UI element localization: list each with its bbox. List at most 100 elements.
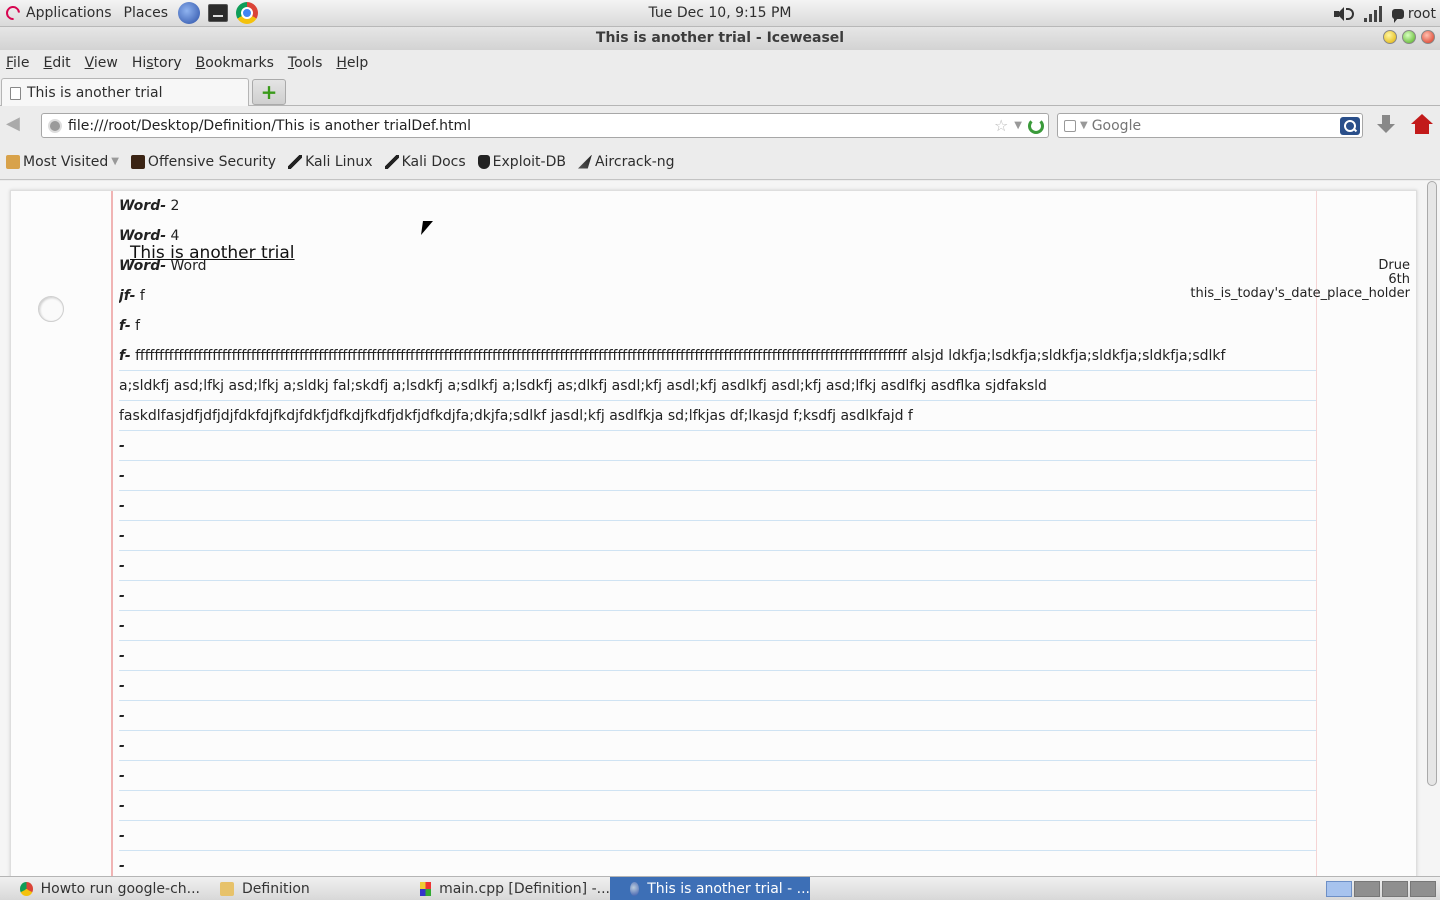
chrome-launcher-icon[interactable]	[236, 2, 259, 24]
menu-file[interactable]: File	[0, 55, 36, 71]
search-icon[interactable]	[1340, 116, 1360, 135]
kali-dragon-icon	[384, 154, 399, 169]
workspace-1[interactable]	[1326, 881, 1352, 897]
user-name: root	[1407, 5, 1436, 22]
bookmark-offensive-security[interactable]: Offensive Security	[130, 154, 276, 170]
iceweasel-launcher-icon[interactable]	[178, 2, 201, 24]
margin-line	[111, 191, 113, 876]
definition-text: 4	[170, 228, 180, 244]
scroll-thumb[interactable]	[1427, 181, 1437, 786]
window-titlebar[interactable]: This is another trial - Iceweasel	[0, 27, 1440, 50]
meta-line: 6th	[1388, 272, 1410, 287]
reload-icon[interactable]	[1028, 117, 1044, 134]
aircrack-icon	[577, 154, 592, 169]
bookmark-label: Most Visited	[23, 153, 109, 170]
url-text[interactable]: file:///root/Desktop/Definition/This is …	[68, 118, 994, 134]
definition-row: -	[119, 431, 1316, 461]
definition-text: f	[139, 288, 145, 304]
access-key: T	[287, 55, 295, 71]
taskbar-item[interactable]: main.cpp [Definition] -...	[400, 877, 610, 900]
taskbar-item[interactable]: This is another trial - ...	[610, 876, 810, 900]
volume-icon[interactable]	[1332, 6, 1354, 22]
workspace-switcher	[1326, 881, 1436, 897]
bookmark-star-icon[interactable]: ☆	[994, 116, 1008, 135]
menu-edit[interactable]: Edit	[36, 55, 77, 71]
back-button[interactable]: ◀	[6, 115, 30, 135]
meta-line: this_is_today's_date_place_holder	[1190, 286, 1410, 301]
places-label: Places	[123, 5, 169, 21]
maximize-button[interactable]	[1402, 30, 1416, 44]
definition-term: -	[119, 798, 125, 814]
home-icon[interactable]	[1411, 114, 1433, 136]
definition-term: -	[119, 558, 125, 574]
definition-term: -	[119, 678, 125, 694]
page-content: Word- 2 Word- 4 Word- Word jf- f f- f f- ffff…	[0, 181, 1440, 876]
taskbar-item-label: main.cpp [Definition] -...	[439, 880, 610, 897]
definition-term: -	[119, 858, 125, 874]
bookmark-label: Aircrack-ng	[594, 153, 675, 170]
chrome-icon	[20, 881, 33, 896]
bookmark-kali-linux[interactable]: Kali Linux	[288, 154, 373, 170]
definition-term: -	[119, 528, 125, 544]
definition-row: -	[119, 581, 1316, 611]
definition-text: f	[135, 318, 141, 334]
definition-row: -	[119, 761, 1316, 791]
browser-tab[interactable]: This is another trial	[1, 78, 249, 107]
bookmark-exploit-db[interactable]: Exploit-DB	[477, 153, 566, 170]
definition-term: -	[119, 618, 125, 634]
page-heading: This is another trial	[130, 243, 295, 263]
menu-view[interactable]: View	[78, 55, 125, 71]
bookmark-aircrack-ng[interactable]: Aircrack-ng	[577, 153, 675, 170]
applications-label: Applications	[26, 5, 112, 21]
debian-logo-icon	[3, 3, 23, 23]
definition-row: Word- 2	[119, 191, 1316, 221]
site-identity-icon[interactable]	[48, 118, 62, 133]
bookmark-most-visited[interactable]: Most Visited ▼	[6, 154, 119, 170]
taskbar-item-label: Definition	[242, 880, 310, 897]
definition-term: -	[119, 588, 125, 604]
downloads-icon[interactable]	[1375, 115, 1397, 137]
meta-line: Drue	[1378, 258, 1410, 273]
search-engine-icon[interactable]	[1064, 119, 1076, 132]
definition-row: -	[119, 731, 1316, 761]
window-title: This is another trial - Iceweasel	[595, 30, 845, 46]
applications-menu[interactable]: Applications	[0, 0, 118, 27]
workspace-4[interactable]	[1410, 881, 1436, 897]
workspace-2[interactable]	[1354, 881, 1380, 897]
menu-history[interactable]: History	[125, 55, 189, 71]
taskbar-item-label: This is another trial - ...	[647, 880, 810, 897]
definition-row: -	[119, 791, 1316, 821]
places-menu[interactable]: Places	[118, 0, 175, 27]
vertical-scrollbar[interactable]	[1425, 181, 1439, 876]
workspace-3[interactable]	[1382, 881, 1408, 897]
offsec-icon	[130, 154, 145, 169]
bookmark-kali-docs[interactable]: Kali Docs	[384, 154, 466, 170]
taskbar-item[interactable]: Definition	[200, 877, 400, 900]
menu-tools[interactable]: Tools	[281, 55, 330, 71]
iceweasel-icon	[630, 881, 640, 896]
terminal-launcher-icon[interactable]	[208, 4, 229, 22]
access-key: H	[336, 55, 347, 71]
history-dropdown-icon[interactable]: ▼	[1014, 120, 1022, 131]
definition-term: -	[119, 828, 125, 844]
folder-icon	[6, 154, 20, 169]
definition-term: -	[119, 438, 125, 454]
access-key: E	[43, 55, 53, 71]
definition-row: Word- Word	[119, 251, 1316, 281]
network-icon[interactable]	[1363, 5, 1382, 22]
menubar: File Edit View History Bookmarks Tools Help	[0, 50, 1440, 76]
menu-bookmarks[interactable]: Bookmarks	[189, 55, 281, 71]
minimize-button[interactable]	[1383, 30, 1397, 44]
user-menu[interactable]: root	[1391, 5, 1436, 23]
search-input[interactable]	[1091, 117, 1336, 134]
close-button[interactable]	[1421, 30, 1435, 44]
taskbar-item[interactable]: Howto run google-ch...	[0, 877, 200, 900]
clock[interactable]: Tue Dec 10, 9:15 PM	[648, 5, 791, 21]
menu-help[interactable]: Help	[329, 55, 375, 71]
url-bar[interactable]: file:///root/Desktop/Definition/This is …	[41, 113, 1049, 138]
search-engine-dropdown-icon[interactable]: ▼	[1080, 120, 1088, 131]
bookmark-label: Exploit-DB	[492, 153, 566, 170]
navigation-bar: ◀ file:///root/Desktop/Definition/This i…	[0, 106, 1440, 144]
new-tab-button[interactable]: +	[252, 79, 286, 105]
top-panel: Applications Places Tue Dec 10, 9:15 PM …	[0, 0, 1440, 27]
